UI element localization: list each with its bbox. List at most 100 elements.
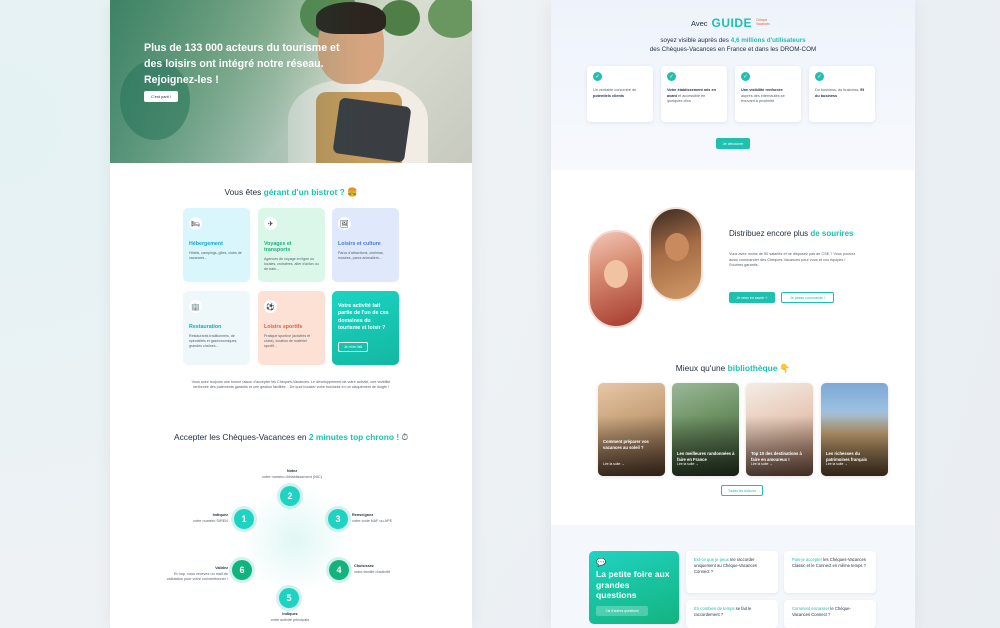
benefit-text: Votre établissement mis en avant et acce… — [667, 88, 721, 105]
hero-cta-button[interactable]: C'est parti ! — [144, 91, 178, 102]
blog-card[interactable]: Top 10 des destinations à faire en amour… — [746, 383, 813, 476]
faq-more-button[interactable]: J'ai d'autres questions — [596, 605, 648, 616]
cta-card-text: Votre activité fait partie de l'un de ce… — [338, 303, 389, 332]
benefits-paragraph: Vous avez toujours une bonne raison d'ac… — [191, 380, 391, 390]
category-title: Hébergement — [189, 241, 223, 247]
category-cta-card: Votre activité fait partie de l'un de ce… — [332, 291, 399, 365]
category-desc: Pratique sportive (activités et clubs), … — [264, 334, 311, 349]
title-highlight: 2 minutes top chrono ! — [308, 432, 400, 442]
category-card-sportifs[interactable]: ⚽ Loisirs sportifs Pratique sportive (ac… — [258, 291, 325, 365]
step-label-3: Renseignez votre code NAF ou APE — [352, 513, 412, 524]
step-number-4: 4 — [329, 560, 349, 580]
title-highlight: gérant d'un bistrot ? — [263, 187, 345, 197]
blog-card-title: Les richesses du patrimoines français — [826, 451, 867, 462]
benefit-text: Du business, du business, Et du business — [815, 88, 869, 99]
benefit-card: ✓ Du business, du business, Et du busine… — [809, 66, 875, 122]
faq-question-hl: Comment encaisser — [792, 606, 830, 611]
pointing-down-emoji: 👇 — [777, 363, 791, 373]
benefit-card: ✓ Un véritable concentré de potentiels c… — [587, 66, 653, 122]
visible-prefix: soyez visible auprès des — [660, 37, 731, 44]
faq-question[interactable]: Comment encaisser le Chèque-Vacances Con… — [784, 600, 876, 628]
benefit-bold: potentiels clients — [593, 93, 625, 98]
faq-title: La petite foire aux grandes questions — [596, 569, 670, 601]
blog-card[interactable]: Les richesses du patrimoines français Li… — [821, 383, 888, 476]
blog-card-title: Top 10 des destinations à faire en amour… — [751, 451, 802, 462]
hero-title: Plus de 133 000 acteurs du tourisme et d… — [144, 42, 340, 86]
step-number-1: 1 — [234, 509, 254, 529]
guide-logo-sub: Chèque Vacances — [756, 18, 770, 26]
title-prefix: Distribuez encore plus — [729, 229, 811, 238]
check-icon: ✓ — [815, 72, 824, 81]
faq-question[interactable]: Puis-je accepter les Chèques-Vacances Cl… — [784, 551, 876, 593]
step-number-2: 2 — [280, 486, 300, 506]
step-label-1: Indiquez votre numéro SIREN — [178, 513, 228, 524]
category-card-hebergement[interactable]: 🛏 Hébergement Hôtels, campings, gîtes, c… — [183, 208, 250, 282]
title-highlight: bibliothèque — [727, 363, 778, 373]
guide-visibility-text: soyez visible auprès des 4,6 millions d'… — [551, 36, 915, 54]
read-more-link[interactable]: Lire la suite → — [826, 462, 848, 466]
image-icon: 🖼 — [338, 217, 351, 230]
right-page: Avec GUIDE Chèque Vacances soyez visible… — [551, 0, 915, 628]
faq-question[interactable]: En combien de temps se fait le raccordem… — [686, 600, 778, 628]
step-text: votre numéro SIREN — [192, 518, 228, 523]
category-card-loisirs[interactable]: 🖼 Loisirs et culture Parcs d'attractions… — [332, 208, 399, 282]
bed-icon: 🛏 — [189, 217, 202, 230]
gerant-section-title: Vous êtes gérant d'un bistrot ? 🍔 — [110, 187, 472, 198]
left-page: Plus de 133 000 acteurs du tourisme et d… — [110, 0, 472, 628]
burger-emoji: 🍔 — [344, 187, 358, 197]
plane-icon: ✈ — [264, 217, 277, 230]
passe-commande-button[interactable]: Je passe commande ! — [781, 292, 834, 303]
guide-logo: GUIDE — [711, 16, 753, 30]
step-text: votre code NAF ou APE — [352, 518, 393, 523]
benefit-text: Un véritable concentré de potentiels cli… — [593, 88, 647, 99]
visible-highlight: 4,6 millions d'utilisateurs — [730, 37, 806, 44]
faq-question-hl: En combien de temps — [694, 606, 735, 611]
chat-bubble-icon: 💬 — [596, 558, 606, 567]
read-more-link[interactable]: Lire la suite → — [603, 462, 625, 466]
category-title: Restauration — [189, 324, 222, 330]
hero-banner: Plus de 133 000 acteurs du tourisme et d… — [110, 0, 472, 163]
blog-card[interactable]: Les meilleures randonnées à faire en Fra… — [672, 383, 739, 476]
category-desc: Parcs d'attractions, cinémas, musées, pa… — [338, 251, 384, 261]
faq-question[interactable]: Est-ce que je peux me raccorder uniqueme… — [686, 551, 778, 593]
cta-card-button[interactable]: Je m'en fait — [338, 341, 368, 352]
category-title: Loisirs sportifs — [264, 324, 303, 330]
smiling-man-photo — [649, 207, 703, 301]
read-more-link[interactable]: Lire la suite → — [677, 462, 699, 466]
benefit-plain: Du business, du business, — [815, 88, 861, 92]
benefit-card: ✓ Une visibilité renforcée auprès des in… — [735, 66, 801, 122]
step-number-6: 6 — [232, 560, 252, 580]
title-prefix: Vous êtes — [224, 187, 264, 197]
guide-header: Avec GUIDE Chèque Vacances — [691, 16, 774, 30]
faq-cta-card: 💬 La petite foire aux grandes questions … — [589, 551, 679, 624]
title-highlight: de sourires — [810, 229, 854, 238]
photo-face — [665, 233, 689, 261]
step-text: votre famille d'activité — [354, 569, 391, 574]
blog-card[interactable]: Comment préparer vos vacances au soleil … — [598, 383, 665, 476]
category-desc: Agences de voyage en ligne ou locales, c… — [264, 257, 319, 272]
toutes-lectures-button[interactable]: Toutes les lectures — [721, 485, 763, 496]
benefit-plain: auprès des internautes se trouvant à pro… — [741, 93, 785, 104]
en-savoir-plus-button[interactable]: Je veux en savoir + — [729, 292, 775, 303]
smiling-woman-photo — [588, 230, 644, 328]
category-card-voyages[interactable]: ✈ Voyages et transports Agences de voyag… — [258, 208, 325, 282]
check-icon: ✓ — [667, 72, 676, 81]
distribuez-title: Distribuez encore plus de sourires — [729, 229, 854, 238]
benefit-plain: Un véritable concentré de — [593, 88, 637, 92]
step-text: Et hop, vous recevez un mail de validati… — [166, 571, 228, 582]
decouvrir-button[interactable]: Je découvre — [716, 138, 750, 149]
step-label-2: Notez votre numéro d'établissement (NIC) — [252, 469, 332, 480]
faq-question-hl: Puis-je accepter — [792, 557, 823, 562]
step-label-6: Validez Et hop, vous recevez un mail de … — [162, 566, 228, 583]
read-more-link[interactable]: Lire la suite → — [751, 462, 773, 466]
building-icon: 🏢 — [189, 300, 202, 313]
blog-card-title: Les meilleures randonnées à faire en Fra… — [677, 451, 735, 462]
stopwatch-emoji: ⏱ — [399, 432, 408, 442]
category-title: Loisirs et culture — [338, 241, 381, 247]
category-desc: Hôtels, campings, gîtes, clubs de vacanc… — [189, 251, 242, 261]
benefit-bold: Une visibilité renforcée — [741, 88, 783, 92]
check-icon: ✓ — [593, 72, 602, 81]
category-card-restauration[interactable]: 🏢 Restauration Restaurants traditionnels… — [183, 291, 250, 365]
step-number-5: 5 — [279, 588, 299, 608]
category-desc: Restaurants traditionnels, de spécialité… — [189, 334, 238, 349]
